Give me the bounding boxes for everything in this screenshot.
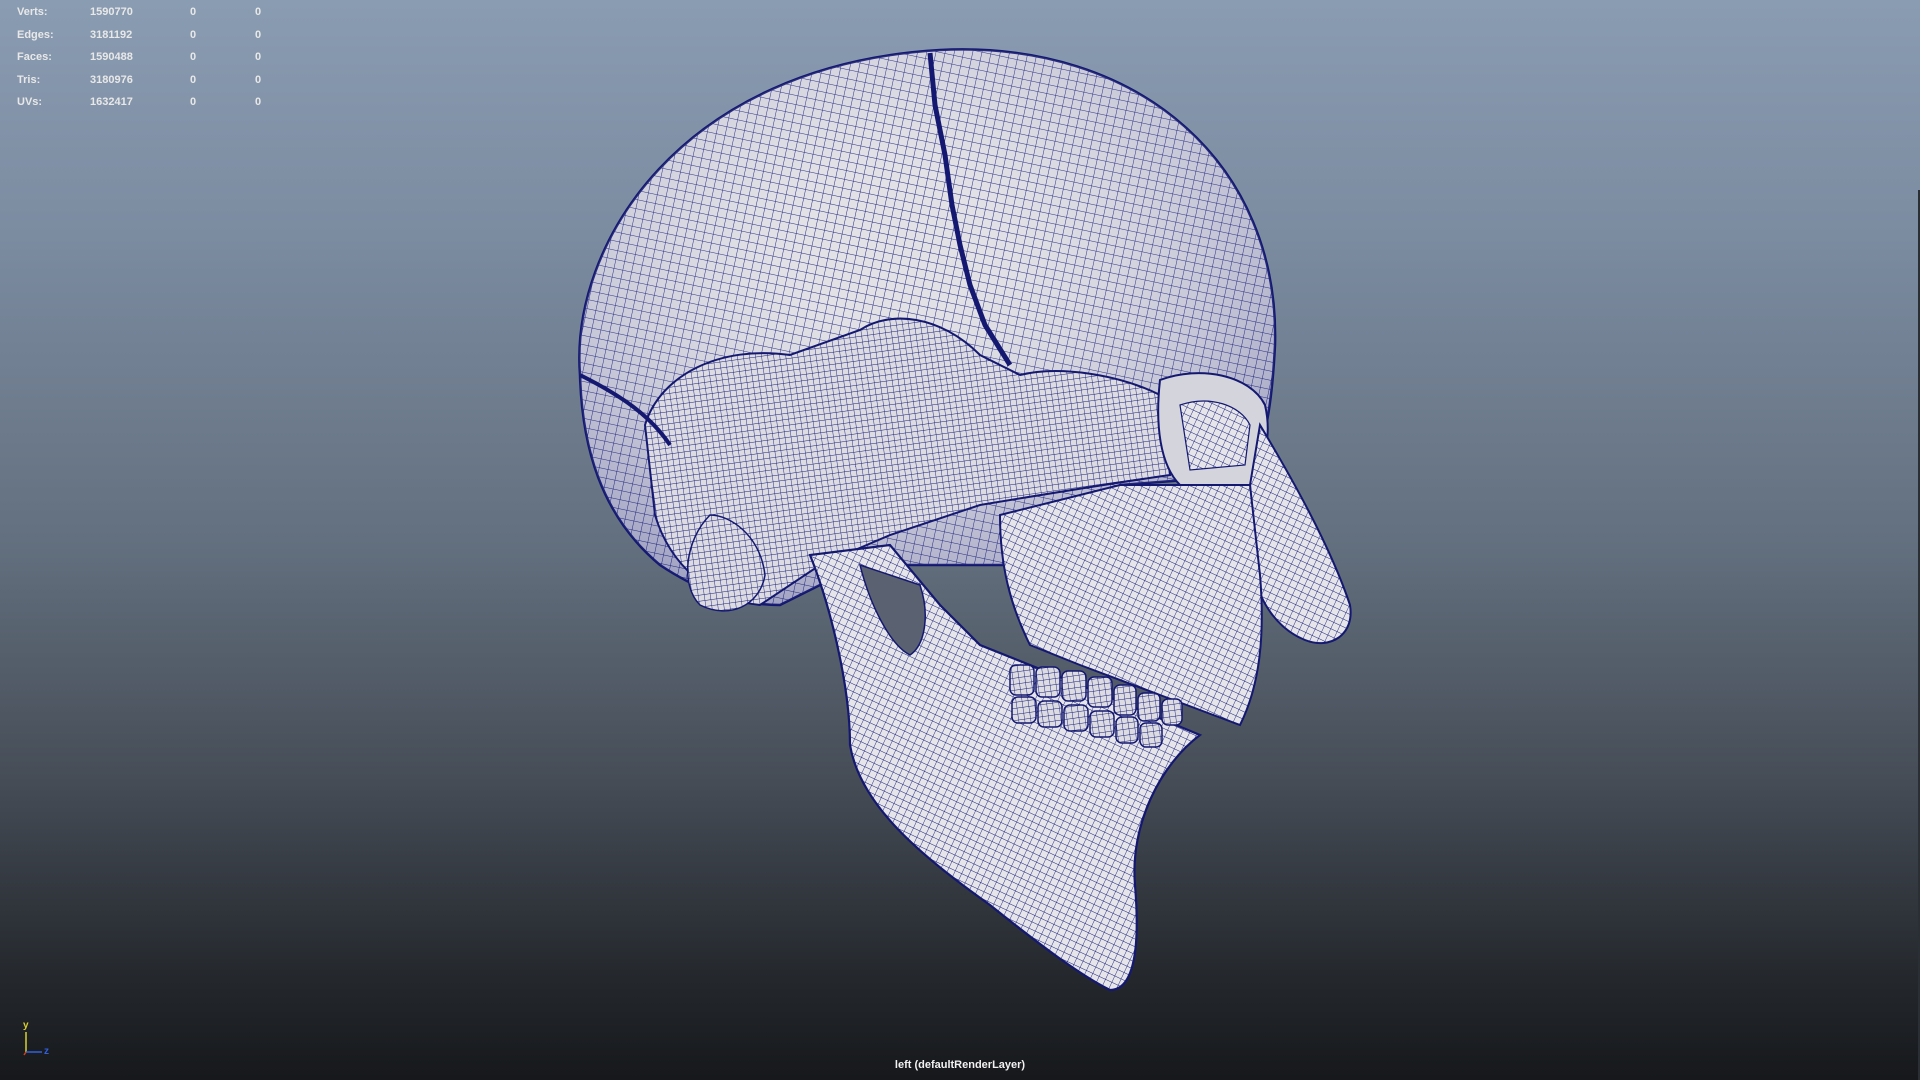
hud-component-count: 0 bbox=[255, 28, 262, 41]
axis-y-label: y bbox=[23, 1020, 29, 1031]
camera-name-label: left (defaultRenderLayer) bbox=[894, 1059, 1026, 1071]
nasal-mesh bbox=[1248, 422, 1352, 645]
hud-selected-count: 0 bbox=[190, 96, 197, 108]
hud-component-count: 0 bbox=[255, 96, 262, 108]
hud-label: Tris: bbox=[17, 73, 41, 86]
hud-value: 1590488 bbox=[90, 51, 133, 63]
hud-component-count: 0 bbox=[255, 73, 262, 86]
hud-component-count: 0 bbox=[255, 51, 262, 63]
hud-label: Verts: bbox=[17, 6, 48, 18]
hud-value: 1590770 bbox=[90, 6, 133, 18]
perspective-viewport[interactable]: Verts: 1590770 0 0 Edges: 3181192 0 0 Fa… bbox=[0, 0, 1920, 1080]
hud-label: Faces: bbox=[17, 51, 52, 63]
hud-value: 1632417 bbox=[90, 96, 133, 108]
hud-value: 3180976 bbox=[90, 73, 133, 86]
hud-label: UVs: bbox=[17, 96, 43, 108]
skull-wireframe-model[interactable] bbox=[560, 45, 1360, 995]
axis-z-label: z bbox=[44, 1046, 49, 1057]
hud-selected-count: 0 bbox=[190, 51, 197, 63]
hud-selected-count: 0 bbox=[190, 73, 197, 86]
hud-value: 3181192 bbox=[90, 28, 133, 41]
hud-selected-count: 0 bbox=[190, 28, 197, 41]
hud-component-count: 0 bbox=[255, 6, 262, 18]
hud-label: Edges: bbox=[17, 28, 54, 41]
view-axis-gizmo: y z bbox=[18, 1020, 54, 1060]
hud-selected-count: 0 bbox=[190, 6, 197, 18]
